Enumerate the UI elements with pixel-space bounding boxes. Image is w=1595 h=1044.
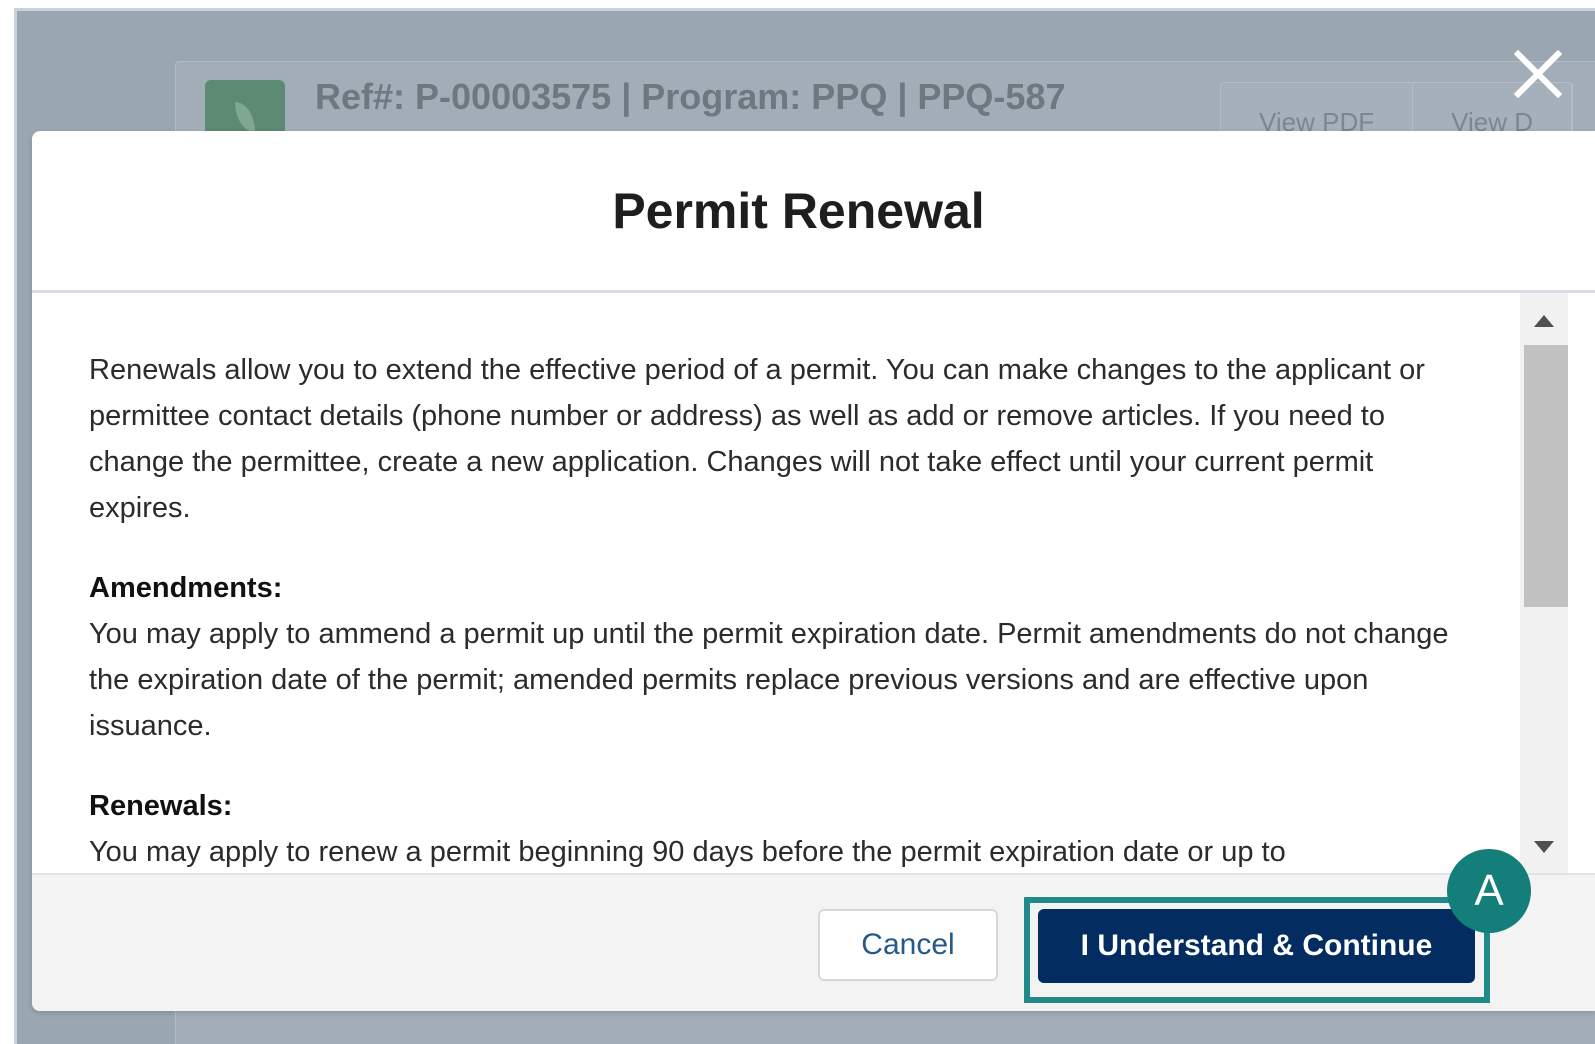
arrow-down-icon[interactable] — [1534, 841, 1554, 853]
amendments-text: You may apply to ammend a permit up unti… — [89, 618, 1449, 742]
amendments-heading: Amendments: — [89, 572, 283, 604]
permit-renewal-modal: Permit Renewal Renewals allow you to ext… — [32, 131, 1595, 1011]
scrollbar-thumb[interactable] — [1524, 345, 1568, 607]
arrow-up-icon[interactable] — [1534, 315, 1554, 327]
annotation-marker: A — [1447, 849, 1531, 933]
modal-header: Permit Renewal — [32, 131, 1595, 293]
modal-body[interactable]: Renewals allow you to extend the effecti… — [32, 293, 1520, 873]
modal-scrollbar[interactable] — [1520, 293, 1568, 873]
understand-continue-button[interactable]: I Understand & Continue — [1038, 909, 1475, 983]
record-reference: Ref#: P-00003575 | Program: PPQ | PPQ-58… — [315, 76, 1066, 117]
close-icon[interactable] — [1510, 46, 1566, 102]
intro-paragraph: Renewals allow you to extend the effecti… — [89, 354, 1425, 524]
modal-body-content: Renewals allow you to extend the effecti… — [89, 347, 1479, 873]
modal-footer: Cancel I Understand & Continue — [32, 873, 1595, 1011]
renewals-text: You may apply to renew a permit beginnin… — [89, 836, 1286, 868]
cancel-button[interactable]: Cancel — [818, 909, 998, 981]
renewals-heading: Renewals: — [89, 790, 233, 822]
modal-title: Permit Renewal — [612, 182, 985, 239]
